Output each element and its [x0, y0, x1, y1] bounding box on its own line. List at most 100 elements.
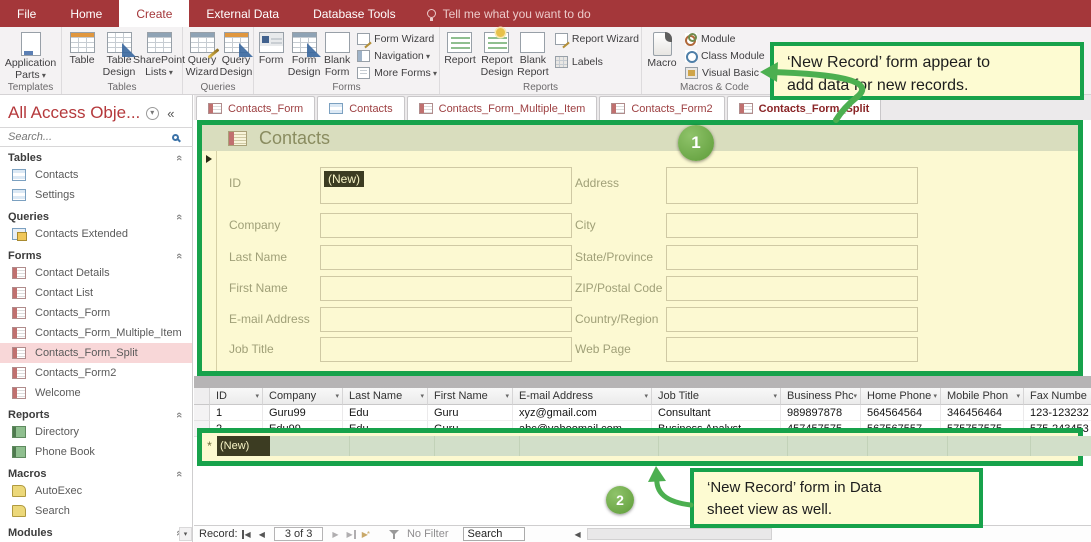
report-wizard-button[interactable]: Report Wizard	[554, 32, 639, 46]
class-module-button[interactable]: Class Module	[685, 49, 765, 63]
new-record-cell[interactable]	[868, 436, 948, 456]
sharepoint-lists-button[interactable]: SharePoint Lists	[133, 30, 185, 81]
nav-section-modules[interactable]: Modules	[0, 525, 192, 540]
table-row[interactable]: 1 Guru99 Edu Guru xyz@gmail.com Consulta…	[194, 405, 1091, 421]
split-form-splitter[interactable]	[194, 376, 1091, 388]
new-record-cell[interactable]	[788, 436, 868, 456]
column-header-home-phone[interactable]: Home Phone	[861, 388, 941, 405]
input-zip-postal-code[interactable]	[666, 276, 918, 301]
nav-item-search-macro[interactable]: Search	[0, 501, 192, 521]
nav-section-macros[interactable]: Macros	[0, 466, 192, 481]
hscroll-thumb[interactable]	[586, 528, 772, 540]
cell-business-phone[interactable]: 989897878	[781, 405, 861, 421]
collapse-chevron-icon[interactable]	[173, 470, 185, 476]
report-design-button[interactable]: Report Design	[478, 28, 516, 81]
input-address[interactable]	[666, 167, 918, 204]
tab-external-data[interactable]: External Data	[189, 0, 296, 27]
chevron-down-icon[interactable]	[335, 392, 339, 400]
new-record-id-cell[interactable]: (New)	[217, 436, 270, 456]
input-company[interactable]	[320, 213, 572, 238]
doc-tab-contacts-form[interactable]: Contacts_Form	[196, 96, 316, 120]
nav-section-queries[interactable]: Queries	[0, 209, 192, 224]
cell-email[interactable]: xyz@gmail.com	[513, 405, 652, 421]
doc-tab-contacts-form2[interactable]: Contacts_Form2	[599, 96, 725, 120]
nav-item-contacts-table[interactable]: Contacts	[0, 165, 192, 185]
navigation-pane-header[interactable]: All Access Obje...	[8, 101, 188, 125]
form-design-button[interactable]: Form Design	[286, 30, 322, 81]
new-record-button[interactable]	[360, 530, 371, 539]
doc-tab-contacts[interactable]: Contacts	[317, 96, 405, 120]
application-parts-button[interactable]: Application Parts	[2, 30, 59, 84]
chevron-down-icon[interactable]	[644, 392, 648, 400]
input-last-name[interactable]	[320, 245, 572, 270]
tab-create[interactable]: Create	[119, 0, 190, 27]
record-search-input[interactable]: Search	[462, 527, 525, 541]
navigation-button[interactable]: Navigation	[357, 49, 437, 63]
column-header-job-title[interactable]: Job Title	[652, 388, 781, 405]
nav-item-directory[interactable]: Directory	[0, 422, 192, 442]
nav-item-contacts-form-split[interactable]: Contacts_Form_Split	[0, 343, 192, 363]
cell-last-name[interactable]: Edu	[343, 405, 428, 421]
chevron-down-icon[interactable]	[505, 392, 509, 400]
nav-pane-menu-icon[interactable]	[146, 106, 160, 120]
scrollbar-down-button[interactable]	[179, 527, 192, 541]
report-button[interactable]: Report	[442, 30, 478, 69]
tab-file[interactable]: File	[0, 0, 53, 27]
nav-item-contacts-form[interactable]: Contacts_Form	[0, 303, 192, 323]
column-header-mobile-phone[interactable]: Mobile Phon	[941, 388, 1024, 405]
blank-form-button[interactable]: Blank Form	[322, 30, 352, 81]
chevron-down-icon[interactable]	[1016, 392, 1020, 400]
chevron-down-icon[interactable]	[933, 392, 937, 400]
new-record-cell[interactable]	[520, 436, 659, 456]
filter-status[interactable]: No Filter	[407, 528, 449, 540]
tell-me-box[interactable]: Tell me what you want to do	[413, 0, 591, 27]
query-design-button[interactable]: Query Design	[219, 30, 253, 81]
input-city[interactable]	[666, 213, 918, 238]
nav-item-welcome[interactable]: Welcome	[0, 383, 192, 403]
chevron-down-icon[interactable]	[255, 392, 259, 400]
new-record-cell[interactable]	[948, 436, 1031, 456]
input-job-title[interactable]	[320, 337, 572, 362]
column-header-business-phone[interactable]: Business Phc	[781, 388, 861, 405]
visual-basic-button[interactable]: Visual Basic	[685, 66, 765, 80]
nav-search-bar[interactable]: Search...	[0, 127, 193, 147]
blank-report-button[interactable]: Blank Report	[516, 30, 550, 81]
column-header-id[interactable]: ID	[210, 388, 263, 405]
doc-tab-contacts-form-multiple-item[interactable]: Contacts_Form_Multiple_Item	[406, 96, 598, 120]
first-record-button[interactable]	[241, 529, 253, 539]
nav-section-tables[interactable]: Tables	[0, 150, 192, 165]
cell-home-phone[interactable]: 564564564	[861, 405, 941, 421]
nav-item-contacts-extended[interactable]: Contacts Extended	[0, 224, 192, 244]
new-record-cell[interactable]	[1031, 436, 1091, 456]
filter-icon[interactable]	[388, 529, 400, 540]
nav-item-autoexec[interactable]: AutoExec	[0, 481, 192, 501]
tab-home[interactable]: Home	[53, 0, 119, 27]
nav-item-contacts-form2[interactable]: Contacts_Form2	[0, 363, 192, 383]
new-record-cell[interactable]	[435, 436, 520, 456]
new-record-cell[interactable]	[350, 436, 435, 456]
new-record-row[interactable]: * (New)	[202, 436, 1091, 456]
more-forms-button[interactable]: More Forms	[357, 66, 437, 80]
next-record-button[interactable]	[330, 530, 340, 539]
nav-item-contacts-form-multiple-item[interactable]: Contacts_Form_Multiple_Item	[0, 323, 192, 343]
nav-item-settings-table[interactable]: Settings	[0, 185, 192, 205]
form-button[interactable]: Form	[256, 30, 286, 69]
nav-item-contact-list[interactable]: Contact List	[0, 283, 192, 303]
nav-item-contact-details[interactable]: Contact Details	[0, 263, 192, 283]
cell-first-name[interactable]: Guru	[428, 405, 513, 421]
row-selector[interactable]	[194, 405, 210, 421]
last-record-button[interactable]	[345, 529, 356, 539]
form-record-selector[interactable]	[202, 151, 217, 371]
cell-fax-number[interactable]: 123-123232	[1024, 405, 1091, 421]
collapse-chevron-icon[interactable]	[173, 252, 185, 258]
macro-button[interactable]: Macro	[644, 30, 680, 72]
nav-search-input[interactable]: Search...	[8, 131, 172, 143]
nav-item-phone-book[interactable]: Phone Book	[0, 442, 192, 462]
labels-button[interactable]: Labels	[554, 55, 639, 69]
column-header-company[interactable]: Company	[263, 388, 343, 405]
cell-mobile-phone[interactable]: 346456464	[941, 405, 1024, 421]
hscroll-left-button[interactable]	[575, 530, 581, 539]
new-record-cell[interactable]	[270, 436, 350, 456]
nav-section-forms[interactable]: Forms	[0, 248, 192, 263]
cell-id[interactable]: 1	[210, 405, 263, 421]
